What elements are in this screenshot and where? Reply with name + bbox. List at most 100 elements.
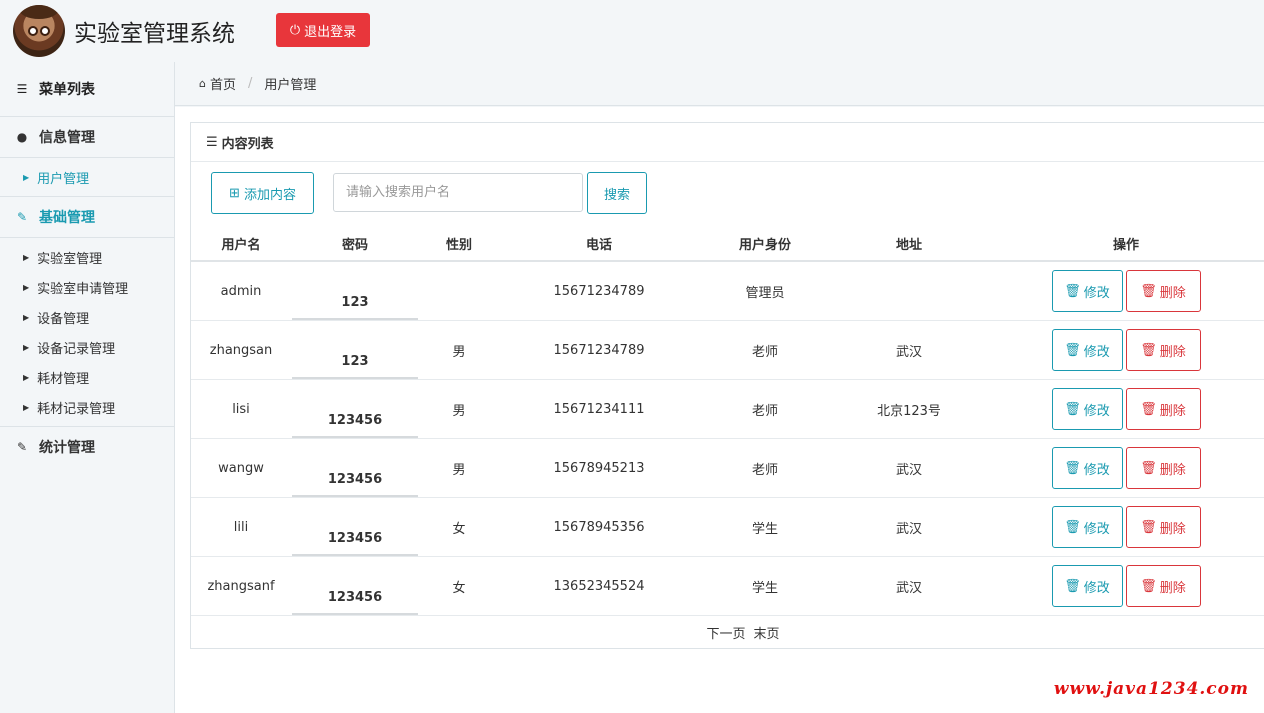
- cell-phone: 15671234789: [499, 261, 699, 321]
- plus-square-icon: ⊞: [229, 185, 240, 200]
- edit-icon: ✎: [16, 440, 28, 454]
- search-input[interactable]: [333, 173, 583, 212]
- cell-username: admin: [191, 261, 291, 321]
- last-page-link[interactable]: 末页: [754, 623, 780, 642]
- caret-right-icon: ▶: [23, 312, 30, 322]
- cell-role: 老师: [699, 379, 831, 439]
- delete-button[interactable]: 🗑 删除: [1125, 270, 1201, 312]
- sidebar-item-users[interactable]: ▶ 用户管理: [0, 162, 174, 192]
- cell-gender: 女: [419, 497, 499, 557]
- breadcrumb-home[interactable]: 首页: [210, 74, 236, 93]
- main-content: ☰ 内容列表 ⊞ 添加内容 搜索 用户名 密码 性别 电话 用户: [175, 107, 1264, 713]
- sidebar-submenu-basic: ▶ 实验室管理 ▶ 实验室申请管理 ▶ 设备管理 ▶ 设备记录管理 ▶ 耗材管理…: [0, 238, 174, 427]
- col-role: 用户身份: [699, 226, 831, 262]
- content-panel: ☰ 内容列表 ⊞ 添加内容 搜索 用户名 密码 性别 电话 用户: [190, 122, 1264, 649]
- sidebar-group-info[interactable]: ● 信息管理: [0, 117, 174, 158]
- table-row: wangw 123456 男 15678945213 老师 武汉 🗑 修改 🗑 删除: [191, 438, 1264, 498]
- edit-button[interactable]: 🗑 修改: [1051, 329, 1123, 371]
- cell-phone: 15678945356: [499, 497, 699, 557]
- cell-actions: 🗑 修改 🗑 删除: [987, 556, 1264, 616]
- sidebar-item-consumable[interactable]: ▶ 耗材管理: [0, 362, 174, 392]
- delete-button[interactable]: 🗑 删除: [1125, 447, 1201, 489]
- cell-address: 北京123号: [831, 379, 987, 439]
- sidebar-item-consumable-record[interactable]: ▶ 耗材记录管理: [0, 392, 174, 422]
- cell-phone: 15678945213: [499, 438, 699, 498]
- next-page-link[interactable]: 下一页: [706, 623, 745, 642]
- breadcrumb-separator: /: [248, 76, 253, 91]
- cell-gender: 男: [419, 438, 499, 498]
- cell-phone: 13652345524: [499, 556, 699, 616]
- breadcrumb-current: 用户管理: [264, 78, 317, 93]
- sidebar-item-device-record[interactable]: ▶ 设备记录管理: [0, 332, 174, 362]
- logout-button[interactable]: ⏻ 退出登录: [276, 13, 370, 47]
- toolbar: ⊞ 添加内容 搜索: [191, 162, 1264, 226]
- trash-icon: 🗑: [1064, 578, 1081, 593]
- trash-icon: 🗑: [1064, 342, 1081, 357]
- cell-actions: 🗑 修改 🗑 删除: [987, 261, 1264, 321]
- cell-phone: 15671234789: [499, 320, 699, 380]
- home-icon: ⌂: [199, 77, 206, 90]
- sidebar-group-basic[interactable]: ✎ 基础管理: [0, 197, 174, 238]
- search-button[interactable]: 搜索: [587, 172, 647, 214]
- delete-button[interactable]: 🗑 删除: [1125, 329, 1201, 371]
- col-password: 密码: [291, 226, 419, 262]
- table-header-row: 用户名 密码 性别 电话 用户身份 地址 操作: [191, 226, 1264, 262]
- edit-button[interactable]: 🗑 修改: [1051, 270, 1123, 312]
- top-header: 实验室管理系统 ⏻ 退出登录: [0, 0, 1264, 62]
- edit-button[interactable]: 🗑 修改: [1051, 447, 1123, 489]
- cell-role: 管理员: [699, 261, 831, 321]
- cell-actions: 🗑 修改 🗑 删除: [987, 320, 1264, 380]
- trash-icon: 🗑: [1064, 401, 1081, 416]
- trash-icon: 🗑: [1064, 460, 1081, 475]
- delete-button[interactable]: 🗑 删除: [1125, 506, 1201, 548]
- user-icon: ●: [16, 130, 28, 144]
- table-row: zhangsan 123 男 15671234789 老师 武汉 🗑 修改 🗑 删除: [191, 320, 1264, 380]
- cell-username: lili: [191, 497, 291, 557]
- trash-icon: 🗑: [1140, 283, 1157, 298]
- delete-button[interactable]: 🗑 删除: [1125, 565, 1201, 607]
- edit-button[interactable]: 🗑 修改: [1051, 506, 1123, 548]
- cell-password: 123456: [291, 497, 419, 557]
- list-icon: ☰: [16, 82, 28, 96]
- avatar: [13, 5, 65, 57]
- sidebar: ☰ 菜单列表 ● 信息管理 ▶ 用户管理 ✎ 基础管理 ▶ 实验室管理 ▶ 实验…: [0, 62, 175, 713]
- trash-icon: 🗑: [1140, 519, 1157, 534]
- col-actions: 操作: [987, 226, 1264, 262]
- cell-actions: 🗑 修改 🗑 删除: [987, 497, 1264, 557]
- cell-gender: 男: [419, 379, 499, 439]
- sidebar-group-stats[interactable]: ✎ 统计管理: [0, 427, 174, 467]
- edit-button[interactable]: 🗑 修改: [1051, 388, 1123, 430]
- cell-username: lisi: [191, 379, 291, 439]
- sidebar-title: ☰ 菜单列表: [0, 62, 174, 117]
- power-icon: ⏻: [289, 22, 301, 37]
- sidebar-item-lab-apply[interactable]: ▶ 实验室申请管理: [0, 272, 174, 302]
- col-address: 地址: [831, 226, 987, 262]
- trash-icon: 🗑: [1140, 460, 1157, 475]
- edit-button[interactable]: 🗑 修改: [1051, 565, 1123, 607]
- sidebar-item-lab[interactable]: ▶ 实验室管理: [0, 242, 174, 272]
- cell-username: zhangsanf: [191, 556, 291, 616]
- col-phone: 电话: [499, 226, 699, 262]
- trash-icon: 🗑: [1064, 519, 1081, 534]
- cell-role: 学生: [699, 556, 831, 616]
- cell-role: 老师: [699, 438, 831, 498]
- cell-actions: 🗑 修改 🗑 删除: [987, 438, 1264, 498]
- cell-password: 123: [291, 320, 419, 380]
- watermark-text: www.java1234.com: [1053, 679, 1249, 699]
- app-title: 实验室管理系统: [74, 21, 235, 47]
- col-gender: 性别: [419, 226, 499, 262]
- breadcrumb: ⌂ 首页 / 用户管理: [175, 62, 1264, 106]
- table-row: admin 123 15671234789 管理员 🗑 修改 🗑 删除: [191, 261, 1264, 321]
- delete-button[interactable]: 🗑 删除: [1125, 388, 1201, 430]
- user-table: 用户名 密码 性别 电话 用户身份 地址 操作 admin 123 156712…: [191, 226, 1264, 616]
- sidebar-item-device[interactable]: ▶ 设备管理: [0, 302, 174, 332]
- caret-right-icon: ▶: [23, 342, 30, 352]
- cell-password: 123: [291, 261, 419, 321]
- table-row: zhangsanf 123456 女 13652345524 学生 武汉 🗑 修改…: [191, 556, 1264, 616]
- col-username: 用户名: [191, 226, 291, 262]
- trash-icon: 🗑: [1140, 401, 1157, 416]
- add-content-button[interactable]: ⊞ 添加内容: [211, 172, 314, 214]
- trash-icon: 🗑: [1140, 342, 1157, 357]
- cell-password: 123456: [291, 379, 419, 439]
- cell-address: 武汉: [831, 438, 987, 498]
